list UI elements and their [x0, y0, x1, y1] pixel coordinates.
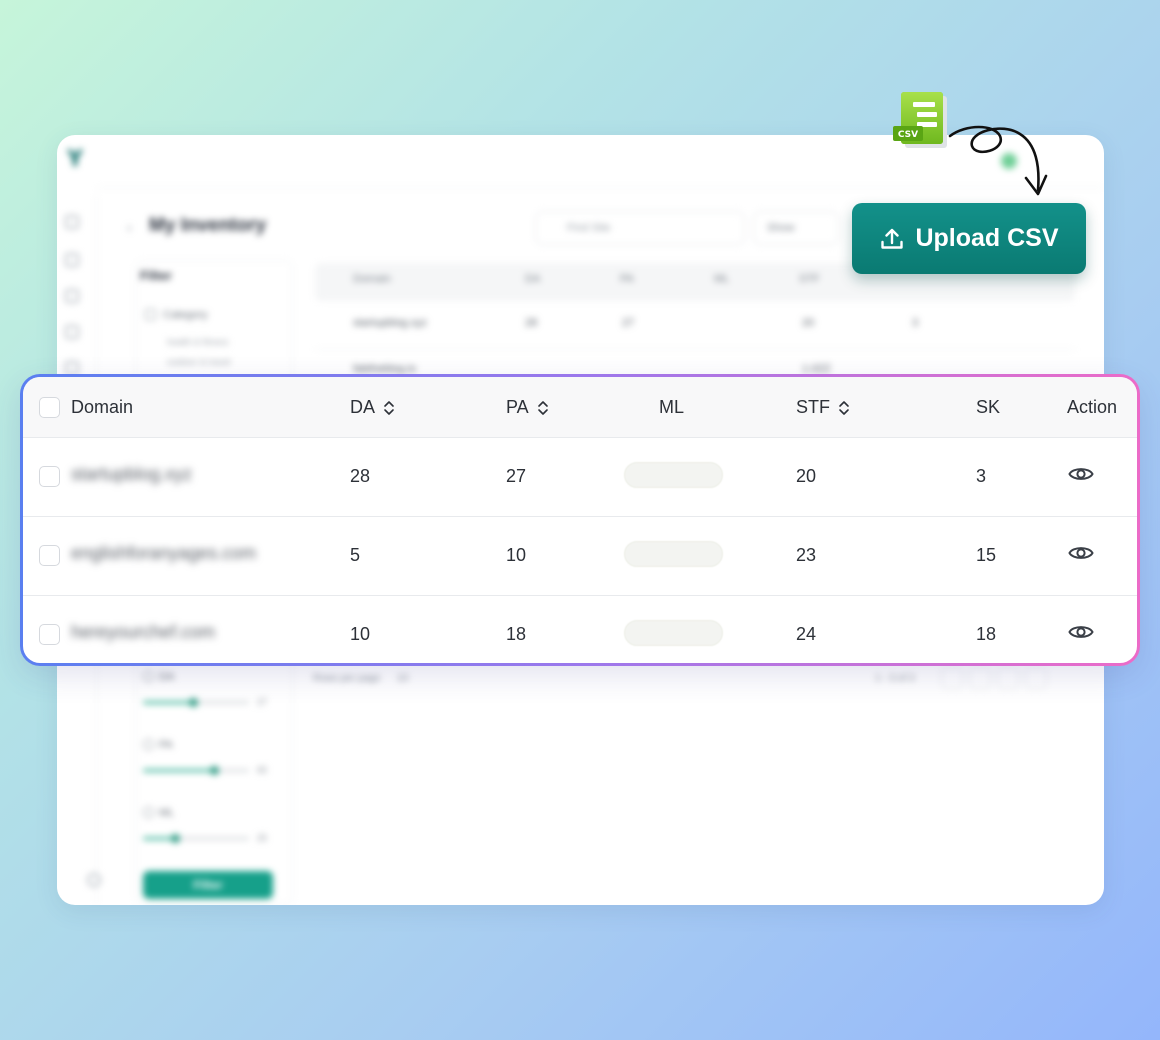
app-logo: Y — [67, 147, 83, 172]
stf-cell: 24 — [796, 624, 817, 644]
da-cell: 10 — [350, 624, 371, 644]
header-da[interactable]: DA — [350, 397, 395, 418]
slider-label: ML — [159, 807, 175, 819]
upload-icon — [881, 228, 904, 249]
rows-per-page-select[interactable]: 10 — [397, 673, 408, 684]
pa-slider[interactable] — [143, 766, 249, 775]
last-page-button[interactable] — [1025, 667, 1047, 689]
eye-icon[interactable] — [1067, 618, 1095, 646]
slider-max: 65 — [257, 765, 268, 775]
show-select-label: Show — [767, 222, 795, 234]
document-icon[interactable] — [65, 253, 79, 267]
table-row: startupblog.xyz 28 27 20 3 — [23, 438, 1137, 517]
bg-cell-domain: startupblog.xyz — [353, 317, 427, 329]
pagination-text: 1 - 3 of 3 — [875, 673, 915, 684]
rows-per-page-label: Rows per page 10 — [313, 673, 409, 684]
slider-max: 27 — [257, 697, 268, 707]
slider-label: PA — [159, 739, 173, 751]
sort-icon[interactable] — [838, 400, 850, 416]
row-checkbox[interactable] — [39, 624, 60, 645]
bg-header-da: DA — [525, 273, 541, 285]
back-icon[interactable]: ‹ — [127, 219, 132, 235]
domain-table-card: Domain DA PA ML STF SK Action startupblo… — [20, 374, 1140, 666]
page-title: My Inventory — [149, 215, 267, 236]
da-cell: 28 — [350, 466, 371, 486]
bg-cell-pa: 27 — [622, 317, 635, 329]
bg-cell-sk: 3 — [912, 317, 919, 329]
eye-icon[interactable] — [1067, 539, 1095, 567]
domain-cell[interactable]: startupblog.xyz — [71, 464, 192, 485]
sk-cell: 15 — [976, 545, 997, 565]
header-domain: Domain — [71, 397, 134, 417]
stf-cell: 20 — [796, 466, 817, 486]
sk-cell: 18 — [976, 624, 997, 644]
sk-cell: 3 — [976, 466, 987, 486]
domain-table: Domain DA PA ML STF SK Action startupblo… — [23, 377, 1137, 663]
upload-csv-button[interactable]: Upload CSV — [852, 203, 1086, 274]
show-select[interactable] — [753, 211, 839, 245]
row-checkbox[interactable] — [39, 545, 60, 566]
header-stf[interactable]: STF — [796, 397, 850, 418]
ml-slider[interactable] — [143, 834, 249, 843]
curly-arrow-icon — [948, 125, 1048, 196]
pa-cell: 27 — [506, 466, 527, 486]
ml-filter-icon — [143, 807, 154, 818]
bg-header-stf: STF — [799, 273, 820, 285]
ml-placeholder-pill — [624, 620, 723, 646]
first-page-button[interactable] — [941, 667, 963, 689]
next-page-button[interactable] — [997, 667, 1019, 689]
help-icon[interactable] — [87, 873, 101, 887]
sort-icon[interactable] — [537, 400, 549, 416]
ml-placeholder-pill — [624, 541, 723, 567]
header-sk: SK — [976, 397, 1001, 417]
sort-icon[interactable] — [383, 400, 395, 416]
filter-button[interactable]: Filter — [143, 871, 273, 899]
da-slider[interactable] — [143, 698, 249, 707]
domain-cell[interactable]: hereyourchef.com — [71, 622, 215, 643]
da-filter-icon — [143, 671, 154, 682]
ml-placeholder-pill — [624, 462, 723, 488]
prev-page-button[interactable] — [969, 667, 991, 689]
table-header: Domain DA PA ML STF SK Action — [23, 377, 1137, 438]
chart-icon[interactable] — [65, 289, 79, 303]
header-ml: ML — [659, 397, 685, 417]
table-row: hereyourchef.com 10 18 24 18 — [23, 596, 1137, 663]
eye-icon[interactable] — [1067, 460, 1095, 488]
pa-cell: 18 — [506, 624, 527, 644]
csv-badge-text: CSV — [898, 130, 918, 140]
dashboard-icon[interactable] — [65, 215, 79, 229]
subcategory-item[interactable]: health & fitness — [167, 337, 229, 347]
category-icon — [145, 309, 156, 320]
upload-csv-label: Upload CSV — [915, 224, 1059, 252]
select-all-checkbox[interactable] — [39, 397, 60, 418]
pa-cell: 10 — [506, 545, 527, 565]
header-action: Action — [1067, 397, 1118, 417]
bg-cell-stf: 20 — [802, 317, 815, 329]
slider-max: 25 — [257, 833, 268, 843]
domain-cell[interactable]: englishforanyages.com — [71, 543, 256, 564]
csv-file-icon: CSV — [893, 92, 947, 148]
search-placeholder: Find Site — [567, 222, 611, 234]
subcategory-item[interactable]: outdoor & travel — [167, 357, 231, 367]
bg-cell-da: 28 — [525, 317, 538, 329]
pa-filter-icon — [143, 739, 154, 750]
table-row: englishforanyages.com 5 10 23 15 — [23, 517, 1137, 596]
megaphone-icon[interactable] — [65, 325, 79, 339]
da-cell: 5 — [350, 545, 361, 565]
filter-title: Filter — [140, 268, 172, 283]
bg-header-pa: PA — [620, 273, 634, 285]
bg-header-ml: ML — [714, 273, 730, 285]
stf-cell: 23 — [796, 545, 817, 565]
slider-label: DA — [159, 671, 175, 683]
bg-header-domain: Domain — [353, 273, 391, 285]
settings-icon[interactable] — [65, 361, 79, 375]
row-checkbox[interactable] — [39, 466, 60, 487]
header-pa[interactable]: PA — [506, 397, 549, 418]
category-label[interactable]: Category — [163, 309, 208, 321]
